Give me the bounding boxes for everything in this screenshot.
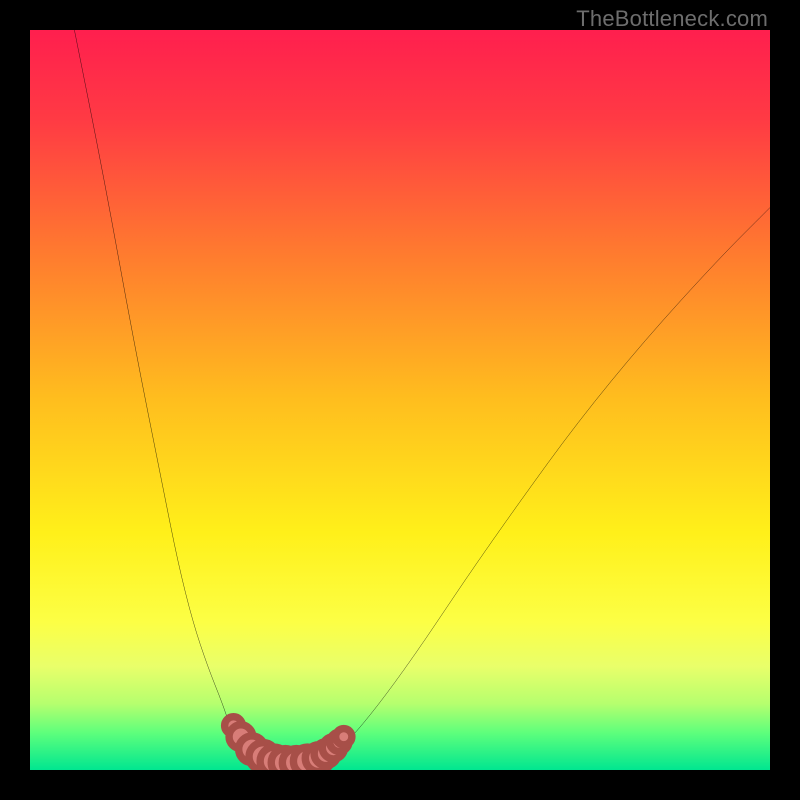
watermark-text: TheBottleneck.com: [576, 6, 768, 32]
plot-area: [30, 30, 770, 770]
chart-frame: TheBottleneck.com: [0, 0, 800, 800]
data-marker: [336, 729, 352, 745]
data-markers: [225, 717, 352, 770]
bottleneck-curve: [74, 30, 770, 766]
curve-layer: [30, 30, 770, 770]
